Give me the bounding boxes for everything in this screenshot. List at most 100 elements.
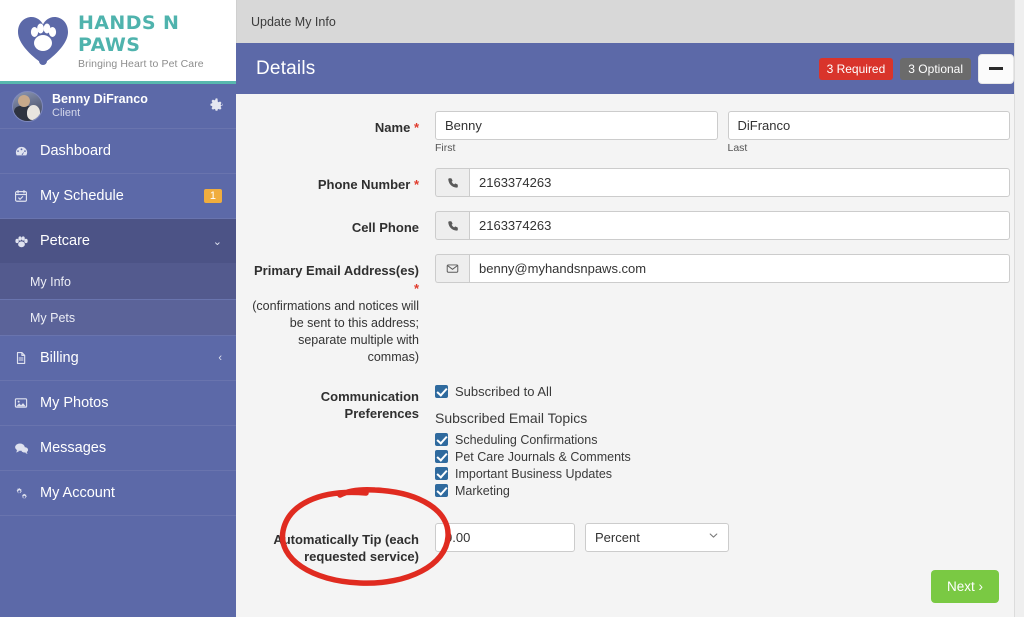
brand-title: HANDS N PAWS bbox=[78, 11, 180, 56]
topic-checkbox-important-business-updates[interactable] bbox=[435, 467, 448, 481]
panel-header: Details 3 Required 3 Optional bbox=[236, 43, 1024, 94]
email-label: Primary Email Address(es) * (confirmatio… bbox=[250, 254, 435, 366]
sidebar-item-label: My Photos bbox=[40, 395, 109, 411]
required-marker: * bbox=[413, 177, 419, 192]
breadcrumb: Update My Info bbox=[251, 14, 336, 29]
email-controls: benny@myhandsnpaws.com bbox=[435, 254, 1010, 283]
footer-actions: Next › bbox=[930, 570, 999, 603]
sidebar-item-label: Billing bbox=[40, 350, 79, 366]
user-meta: Benny DiFranco Client bbox=[52, 92, 209, 120]
last-name-input[interactable]: DiFranco bbox=[727, 111, 1010, 140]
form-row-email: Primary Email Address(es) * (confirmatio… bbox=[250, 254, 1010, 366]
chevron-down-icon bbox=[708, 530, 719, 544]
schedule-count-badge: 1 bbox=[203, 189, 222, 203]
topic-row[interactable]: Important Business Updates bbox=[435, 467, 1010, 481]
email-input[interactable]: benny@myhandsnpaws.com bbox=[469, 254, 1010, 283]
user-role: Client bbox=[52, 107, 81, 120]
calendar-icon bbox=[14, 189, 36, 203]
next-button[interactable]: Next › bbox=[930, 570, 999, 603]
avatar bbox=[12, 90, 43, 122]
subscribe-all-checkbox[interactable] bbox=[435, 384, 448, 398]
required-marker: * bbox=[413, 120, 419, 135]
topic-label: Marketing bbox=[455, 483, 510, 498]
form-row-cell-phone: Cell Phone 2163374263 bbox=[250, 211, 1010, 240]
page-title: Details bbox=[256, 57, 316, 79]
sidebar-nav: Dashboard My Schedule 1 Petcare ⌄ My Inf… bbox=[0, 129, 236, 617]
topic-label: Pet Care Journals & Comments bbox=[455, 449, 631, 464]
sidebar-item-my-schedule[interactable]: My Schedule 1 bbox=[0, 174, 236, 219]
communication-preferences-controls: Subscribed to All Subscribed Email Topic… bbox=[435, 380, 1010, 501]
topic-row[interactable]: Scheduling Confirmations bbox=[435, 433, 1010, 447]
topic-checkbox-marketing[interactable] bbox=[435, 484, 448, 498]
sidebar-item-my-pets[interactable]: My Pets bbox=[0, 300, 236, 336]
sidebar: HANDS N PAWS Bringing Heart to Pet Care … bbox=[0, 0, 236, 617]
automatic-tip-controls: 0.00 Percent bbox=[435, 522, 1010, 552]
topic-row[interactable]: Pet Care Journals & Comments bbox=[435, 450, 1010, 464]
cell-phone-controls: 2163374263 bbox=[435, 211, 1010, 240]
panel-header-actions: 3 Required 3 Optional bbox=[818, 53, 1014, 84]
main-content: Update My Info Details 3 Required 3 Opti… bbox=[236, 0, 1024, 617]
paw-icon bbox=[14, 234, 36, 249]
topic-row[interactable]: Marketing bbox=[435, 484, 1010, 498]
sidebar-item-my-photos[interactable]: My Photos bbox=[0, 381, 236, 426]
cell-phone-label: Cell Phone bbox=[351, 220, 419, 235]
details-panel: Details 3 Required 3 Optional Name * Ben… bbox=[236, 43, 1024, 617]
sidebar-item-my-info[interactable]: My Info bbox=[0, 264, 236, 300]
gear-icon[interactable] bbox=[209, 97, 224, 116]
app-root: HANDS N PAWS Bringing Heart to Pet Care … bbox=[0, 0, 1024, 617]
name-label: Name * bbox=[250, 111, 435, 137]
sidebar-item-petcare[interactable]: Petcare ⌄ bbox=[0, 219, 236, 264]
sidebar-item-label: My Account bbox=[40, 485, 115, 501]
sidebar-item-messages[interactable]: Messages bbox=[0, 426, 236, 471]
topic-checkbox-scheduling-confirmations[interactable] bbox=[435, 433, 448, 447]
chevron-down-icon: ⌄ bbox=[212, 235, 222, 248]
sidebar-item-billing[interactable]: Billing ‹ bbox=[0, 336, 236, 381]
subscribed-topics-title: Subscribed Email Topics bbox=[435, 409, 588, 426]
brand-logo[interactable]: HANDS N PAWS Bringing Heart to Pet Care bbox=[0, 0, 236, 84]
chevron-left-icon: ‹ bbox=[218, 352, 222, 364]
phone-input[interactable]: 2163374263 bbox=[469, 168, 1010, 197]
status-badge-required: 3 Required bbox=[818, 57, 894, 80]
sidebar-subitem-label: My Info bbox=[30, 274, 71, 289]
cell-phone-input[interactable]: 2163374263 bbox=[469, 211, 1010, 240]
sidebar-item-label: My Schedule bbox=[40, 188, 124, 204]
minimize-button[interactable] bbox=[978, 53, 1014, 84]
phone-label-text: Phone Number bbox=[317, 177, 411, 192]
subscribe-all-row[interactable]: Subscribed to All bbox=[435, 384, 1010, 399]
sidebar-item-dashboard[interactable]: Dashboard bbox=[0, 129, 236, 174]
envelope-icon bbox=[435, 254, 469, 283]
brand-tagline: Bringing Heart to Pet Care bbox=[78, 57, 204, 70]
phone-icon bbox=[435, 211, 469, 240]
document-icon bbox=[14, 351, 36, 365]
sidebar-item-label: Petcare bbox=[40, 233, 90, 249]
form-row-phone: Phone Number * 2163374263 bbox=[250, 168, 1010, 197]
sidebar-item-my-account[interactable]: My Account bbox=[0, 471, 236, 516]
email-hint: (confirmations and notices will be sent … bbox=[252, 299, 419, 364]
automatic-tip-label: Automatically Tip (each requested servic… bbox=[273, 531, 419, 565]
phone-label: Phone Number * bbox=[250, 168, 435, 194]
name-controls: Benny First DiFranco Last bbox=[435, 111, 1010, 154]
right-edge-strip bbox=[1014, 0, 1024, 617]
tip-unit-select[interactable]: Percent bbox=[585, 522, 729, 552]
sidebar-subitem-label: My Pets bbox=[30, 310, 76, 325]
sidebar-item-label: Messages bbox=[40, 440, 107, 456]
user-name: Benny DiFranco bbox=[52, 91, 148, 106]
communication-preferences-label: Communication Preferences bbox=[320, 388, 419, 422]
photo-icon bbox=[14, 396, 36, 410]
first-name-group: Benny First bbox=[435, 111, 718, 154]
subscribe-all-label: Subscribed to All bbox=[455, 383, 552, 399]
form-row-automatic-tip: Automatically Tip (each requested servic… bbox=[250, 522, 1010, 566]
first-name-sublabel: First bbox=[435, 142, 456, 154]
required-marker: * bbox=[413, 280, 419, 296]
form-row-communication-preferences: Communication Preferences Subscribed to … bbox=[250, 380, 1010, 501]
minimize-icon bbox=[989, 67, 1003, 70]
last-name-group: DiFranco Last bbox=[727, 111, 1010, 154]
form-row-name: Name * Benny First DiFranco Last bbox=[250, 111, 1010, 154]
tip-amount-input[interactable]: 0.00 bbox=[435, 522, 575, 552]
panel-body: Name * Benny First DiFranco Last Phone N… bbox=[236, 94, 1024, 617]
first-name-input[interactable]: Benny bbox=[435, 111, 718, 140]
tip-unit-value: Percent bbox=[595, 529, 640, 545]
user-profile[interactable]: Benny DiFranco Client bbox=[0, 84, 236, 129]
topic-checkbox-pet-care-journals[interactable] bbox=[435, 450, 448, 464]
sidebar-item-label: Dashboard bbox=[40, 143, 111, 159]
